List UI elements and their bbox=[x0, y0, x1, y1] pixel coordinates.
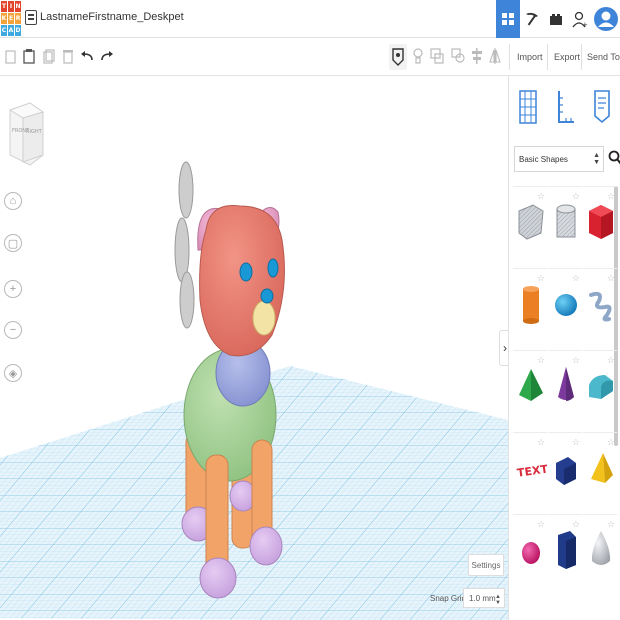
favorite-star-icon[interactable]: ☆ bbox=[607, 437, 615, 448]
favorite-star-icon[interactable]: ☆ bbox=[537, 355, 545, 366]
scene-canvas[interactable]: FRONT RIGHT bbox=[0, 76, 508, 620]
text-shape-label: TEXT bbox=[516, 462, 547, 479]
pet-muzzle[interactable] bbox=[253, 301, 275, 335]
shape-scribble[interactable]: ☆ bbox=[583, 268, 617, 348]
shape-text[interactable]: TEXT ☆ bbox=[513, 432, 547, 512]
shape-box[interactable]: ☆ bbox=[583, 186, 617, 266]
notes-icon[interactable] bbox=[594, 90, 610, 124]
import-button[interactable]: Import bbox=[517, 38, 543, 76]
caret-icon: ▲▼ bbox=[495, 594, 501, 606]
fit-view-icon[interactable]: ▢ bbox=[4, 234, 22, 252]
select-arrows-icon: ▲▼ bbox=[593, 152, 600, 166]
favorite-star-icon[interactable]: ☆ bbox=[572, 519, 580, 530]
pet-eye-right[interactable] bbox=[268, 259, 278, 277]
undo-icon[interactable] bbox=[80, 50, 94, 62]
duplicate-icon[interactable] bbox=[43, 49, 55, 64]
panel-tabs bbox=[509, 76, 620, 138]
view-cube[interactable]: FRONT RIGHT bbox=[10, 103, 43, 165]
workplane-icon[interactable] bbox=[519, 90, 537, 124]
shape-cylinder-hole[interactable]: ☆ bbox=[548, 186, 582, 266]
favorite-star-icon[interactable]: ☆ bbox=[537, 273, 545, 284]
svg-text:+: + bbox=[582, 21, 588, 28]
favorite-star-icon[interactable]: ☆ bbox=[537, 191, 545, 202]
zoom-out-icon[interactable]: − bbox=[4, 321, 22, 339]
shape-cone[interactable]: ☆ bbox=[548, 350, 582, 430]
logo-letter: E bbox=[8, 13, 14, 24]
top-right-nav: + bbox=[496, 0, 620, 38]
pet-head[interactable] bbox=[200, 206, 285, 356]
bricks-icon[interactable] bbox=[544, 0, 568, 38]
add-user-icon[interactable]: + bbox=[568, 0, 592, 38]
favorite-star-icon[interactable]: ☆ bbox=[537, 437, 545, 448]
favorite-star-icon[interactable]: ☆ bbox=[572, 273, 580, 284]
shape-polygon[interactable]: ☆ bbox=[548, 514, 582, 594]
snap-grid-select[interactable]: 1.0 mm ▲▼ bbox=[463, 588, 505, 608]
shape-box-hole[interactable]: ☆ bbox=[513, 186, 547, 266]
favorite-star-icon[interactable]: ☆ bbox=[607, 273, 615, 284]
shape-half-sphere[interactable]: ☆ bbox=[513, 514, 547, 594]
pet-nose[interactable] bbox=[261, 289, 273, 303]
tinkercad-logo[interactable]: TINKERCAD bbox=[0, 0, 20, 36]
delete-icon[interactable] bbox=[62, 48, 74, 64]
logo-letter: D bbox=[15, 25, 21, 36]
zoom-in-icon[interactable]: + bbox=[4, 280, 22, 298]
shape-category-value: Basic Shapes bbox=[519, 155, 568, 164]
workplane-settings-button[interactable]: Settings bbox=[468, 554, 504, 576]
favorite-star-icon[interactable]: ☆ bbox=[607, 355, 615, 366]
send-to-button[interactable]: Send To bbox=[587, 38, 620, 76]
favorite-star-icon[interactable]: ☆ bbox=[572, 191, 580, 202]
light-bulb-icon[interactable] bbox=[413, 47, 423, 65]
pet-foot-front-right[interactable] bbox=[250, 527, 282, 565]
export-button[interactable]: Export bbox=[554, 38, 580, 76]
grid-view-icon[interactable] bbox=[496, 0, 520, 38]
document-title[interactable]: LastnameFirstname_Deskpet bbox=[40, 11, 184, 23]
logo-letter: A bbox=[8, 25, 14, 36]
shape-category-select[interactable]: Basic Shapes ▲▼ bbox=[514, 146, 604, 172]
shape-paraboloid[interactable]: ☆ bbox=[583, 514, 617, 594]
workplane-viewport[interactable]: FRONT RIGHT ⌂ ▢ + bbox=[0, 76, 508, 620]
home-view-icon[interactable]: ⌂ bbox=[4, 192, 22, 210]
align-icon[interactable] bbox=[471, 47, 483, 65]
shape-pyramid[interactable]: ☆ bbox=[513, 350, 547, 430]
mirror-icon[interactable] bbox=[489, 47, 501, 65]
logo-letter: C bbox=[1, 25, 7, 36]
snap-grid-value: 1.0 mm bbox=[469, 594, 496, 603]
viewcube-right-label: RIGHT bbox=[26, 129, 43, 135]
snap-grid-label: Snap Grid bbox=[430, 594, 466, 603]
shape-cylinder[interactable]: ☆ bbox=[513, 268, 547, 348]
ungroup-icon[interactable] bbox=[451, 48, 465, 64]
pet-foot-front-left[interactable] bbox=[200, 558, 236, 598]
document-icon[interactable] bbox=[25, 10, 37, 25]
group-icon[interactable] bbox=[430, 48, 444, 64]
shape-roof[interactable]: ☆ bbox=[583, 350, 617, 430]
logo-letter: I bbox=[8, 1, 14, 12]
avatar-icon[interactable] bbox=[592, 0, 620, 38]
logo-letter: R bbox=[15, 13, 21, 24]
favorite-star-icon[interactable]: ☆ bbox=[537, 519, 545, 530]
favorite-star-icon[interactable]: ☆ bbox=[607, 191, 615, 202]
copy-icon[interactable] bbox=[5, 50, 17, 64]
pickaxe-build-icon[interactable] bbox=[520, 0, 544, 38]
shapes-panel: Basic Shapes ▲▼ ☆ ☆ ☆ ☆ ☆ bbox=[508, 76, 620, 620]
logo-letter: K bbox=[1, 13, 7, 24]
logo-letter: N bbox=[15, 1, 21, 12]
logo-letter: T bbox=[1, 1, 7, 12]
shape-pyramid-yellow[interactable]: ☆ bbox=[583, 432, 617, 512]
redo-icon[interactable] bbox=[100, 50, 114, 62]
shape-sphere[interactable]: ☆ bbox=[548, 268, 582, 348]
note-icon[interactable] bbox=[392, 48, 404, 66]
shape-wedge[interactable]: ☆ bbox=[548, 432, 582, 512]
paste-icon[interactable] bbox=[23, 48, 35, 64]
perspective-icon[interactable]: ◈ bbox=[4, 364, 22, 382]
ruler-icon[interactable] bbox=[557, 90, 575, 124]
search-icon[interactable] bbox=[608, 150, 620, 166]
pet-tail[interactable] bbox=[175, 162, 194, 328]
favorite-star-icon[interactable]: ☆ bbox=[572, 437, 580, 448]
favorite-star-icon[interactable]: ☆ bbox=[572, 355, 580, 366]
favorite-star-icon[interactable]: ☆ bbox=[607, 519, 615, 530]
pet-eye-left[interactable] bbox=[240, 263, 252, 281]
top-bar: TINKERCAD LastnameFirstname_Deskpet + bbox=[0, 0, 620, 38]
